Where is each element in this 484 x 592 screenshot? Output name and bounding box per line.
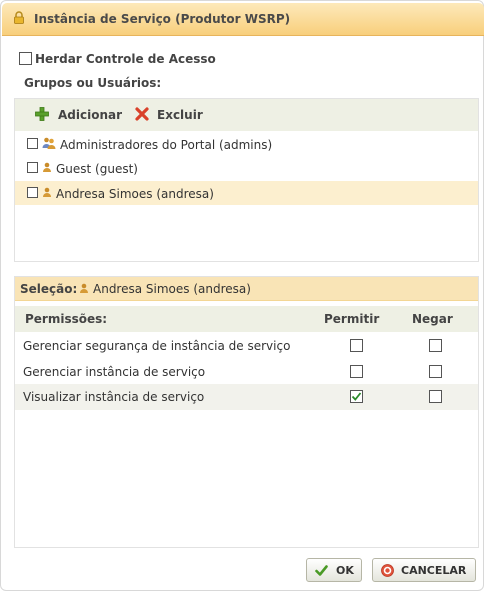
- dialog-title-bar: Instância de Serviço (Produtor WSRP): [2, 3, 484, 36]
- allow-checkbox[interactable]: [350, 339, 363, 352]
- allow-column-header: Permitir: [324, 312, 380, 326]
- permission-row: Visualizar instância de serviço: [15, 384, 478, 410]
- service-instance-dialog: Instância de Serviço (Produtor WSRP) Her…: [0, 0, 484, 591]
- check-icon: [315, 565, 328, 576]
- user-icon: [80, 283, 88, 293]
- lock-icon: [14, 11, 24, 24]
- inherit-access-label: Herdar Controle de Acesso: [35, 52, 216, 66]
- groups-heading: Grupos ou Usuários:: [24, 76, 162, 90]
- groups-users-panel: Adicionar Excluir Administradores do Por…: [14, 98, 479, 262]
- deny-column-header: Negar: [412, 312, 453, 326]
- list-item[interactable]: Guest (guest): [15, 156, 478, 180]
- add-button-label: Adicionar: [58, 108, 123, 122]
- cancel-button-label: CANCELAR: [401, 564, 467, 577]
- list-item[interactable]: Administradores do Portal (admins): [15, 132, 478, 156]
- user-icon: [43, 187, 51, 197]
- permission-name: Visualizar instância de serviço: [23, 390, 205, 404]
- groups-toolbar: Adicionar Excluir: [15, 99, 478, 131]
- checkmark-icon: [351, 392, 362, 401]
- permissions-column-header: Permissões:: [25, 312, 108, 326]
- permissions-header: Permissões: Permitir Negar: [15, 306, 478, 332]
- group-icon: [42, 137, 56, 149]
- selection-bar: Seleção: Andresa Simoes (andresa): [15, 277, 478, 301]
- permission-row: Gerenciar segurança de instância de serv…: [15, 333, 478, 359]
- permission-name: Gerenciar instância de serviço: [23, 365, 206, 379]
- deny-checkbox[interactable]: [429, 365, 442, 378]
- permission-name: Gerenciar segurança de instância de serv…: [23, 339, 291, 353]
- dialog-title: Instância de Serviço (Produtor WSRP): [34, 12, 291, 26]
- permission-row: Gerenciar instância de serviço: [15, 359, 478, 385]
- allow-checkbox[interactable]: [350, 365, 363, 378]
- item-label: Administradores do Portal (admins): [60, 138, 273, 152]
- list-item-selected[interactable]: Andresa Simoes (andresa): [15, 181, 478, 205]
- item-checkbox[interactable]: [27, 162, 38, 173]
- selection-value: Andresa Simoes (andresa): [93, 282, 251, 296]
- inherit-access-checkbox[interactable]: [19, 52, 32, 65]
- remove-button-label: Excluir: [157, 108, 203, 122]
- selection-label: Seleção:: [20, 282, 78, 296]
- add-button[interactable]: Adicionar: [35, 107, 125, 125]
- item-checkbox[interactable]: [27, 138, 38, 149]
- user-icon: [43, 162, 51, 172]
- remove-button[interactable]: Excluir: [135, 107, 215, 125]
- remove-x-icon: [135, 107, 149, 121]
- allow-checkbox-checked[interactable]: [350, 390, 363, 403]
- deny-checkbox[interactable]: [429, 390, 442, 403]
- cancel-button[interactable]: CANCELAR: [372, 558, 476, 582]
- cancel-icon: [381, 564, 394, 577]
- plus-icon: [35, 107, 49, 121]
- deny-checkbox[interactable]: [429, 339, 442, 352]
- ok-button-label: OK: [336, 564, 354, 577]
- item-checkbox[interactable]: [27, 187, 38, 198]
- item-label: Guest (guest): [56, 162, 138, 176]
- ok-button[interactable]: OK: [306, 558, 362, 582]
- permissions-panel: Seleção: Andresa Simoes (andresa) Permis…: [14, 276, 479, 548]
- item-label: Andresa Simoes (andresa): [56, 187, 214, 201]
